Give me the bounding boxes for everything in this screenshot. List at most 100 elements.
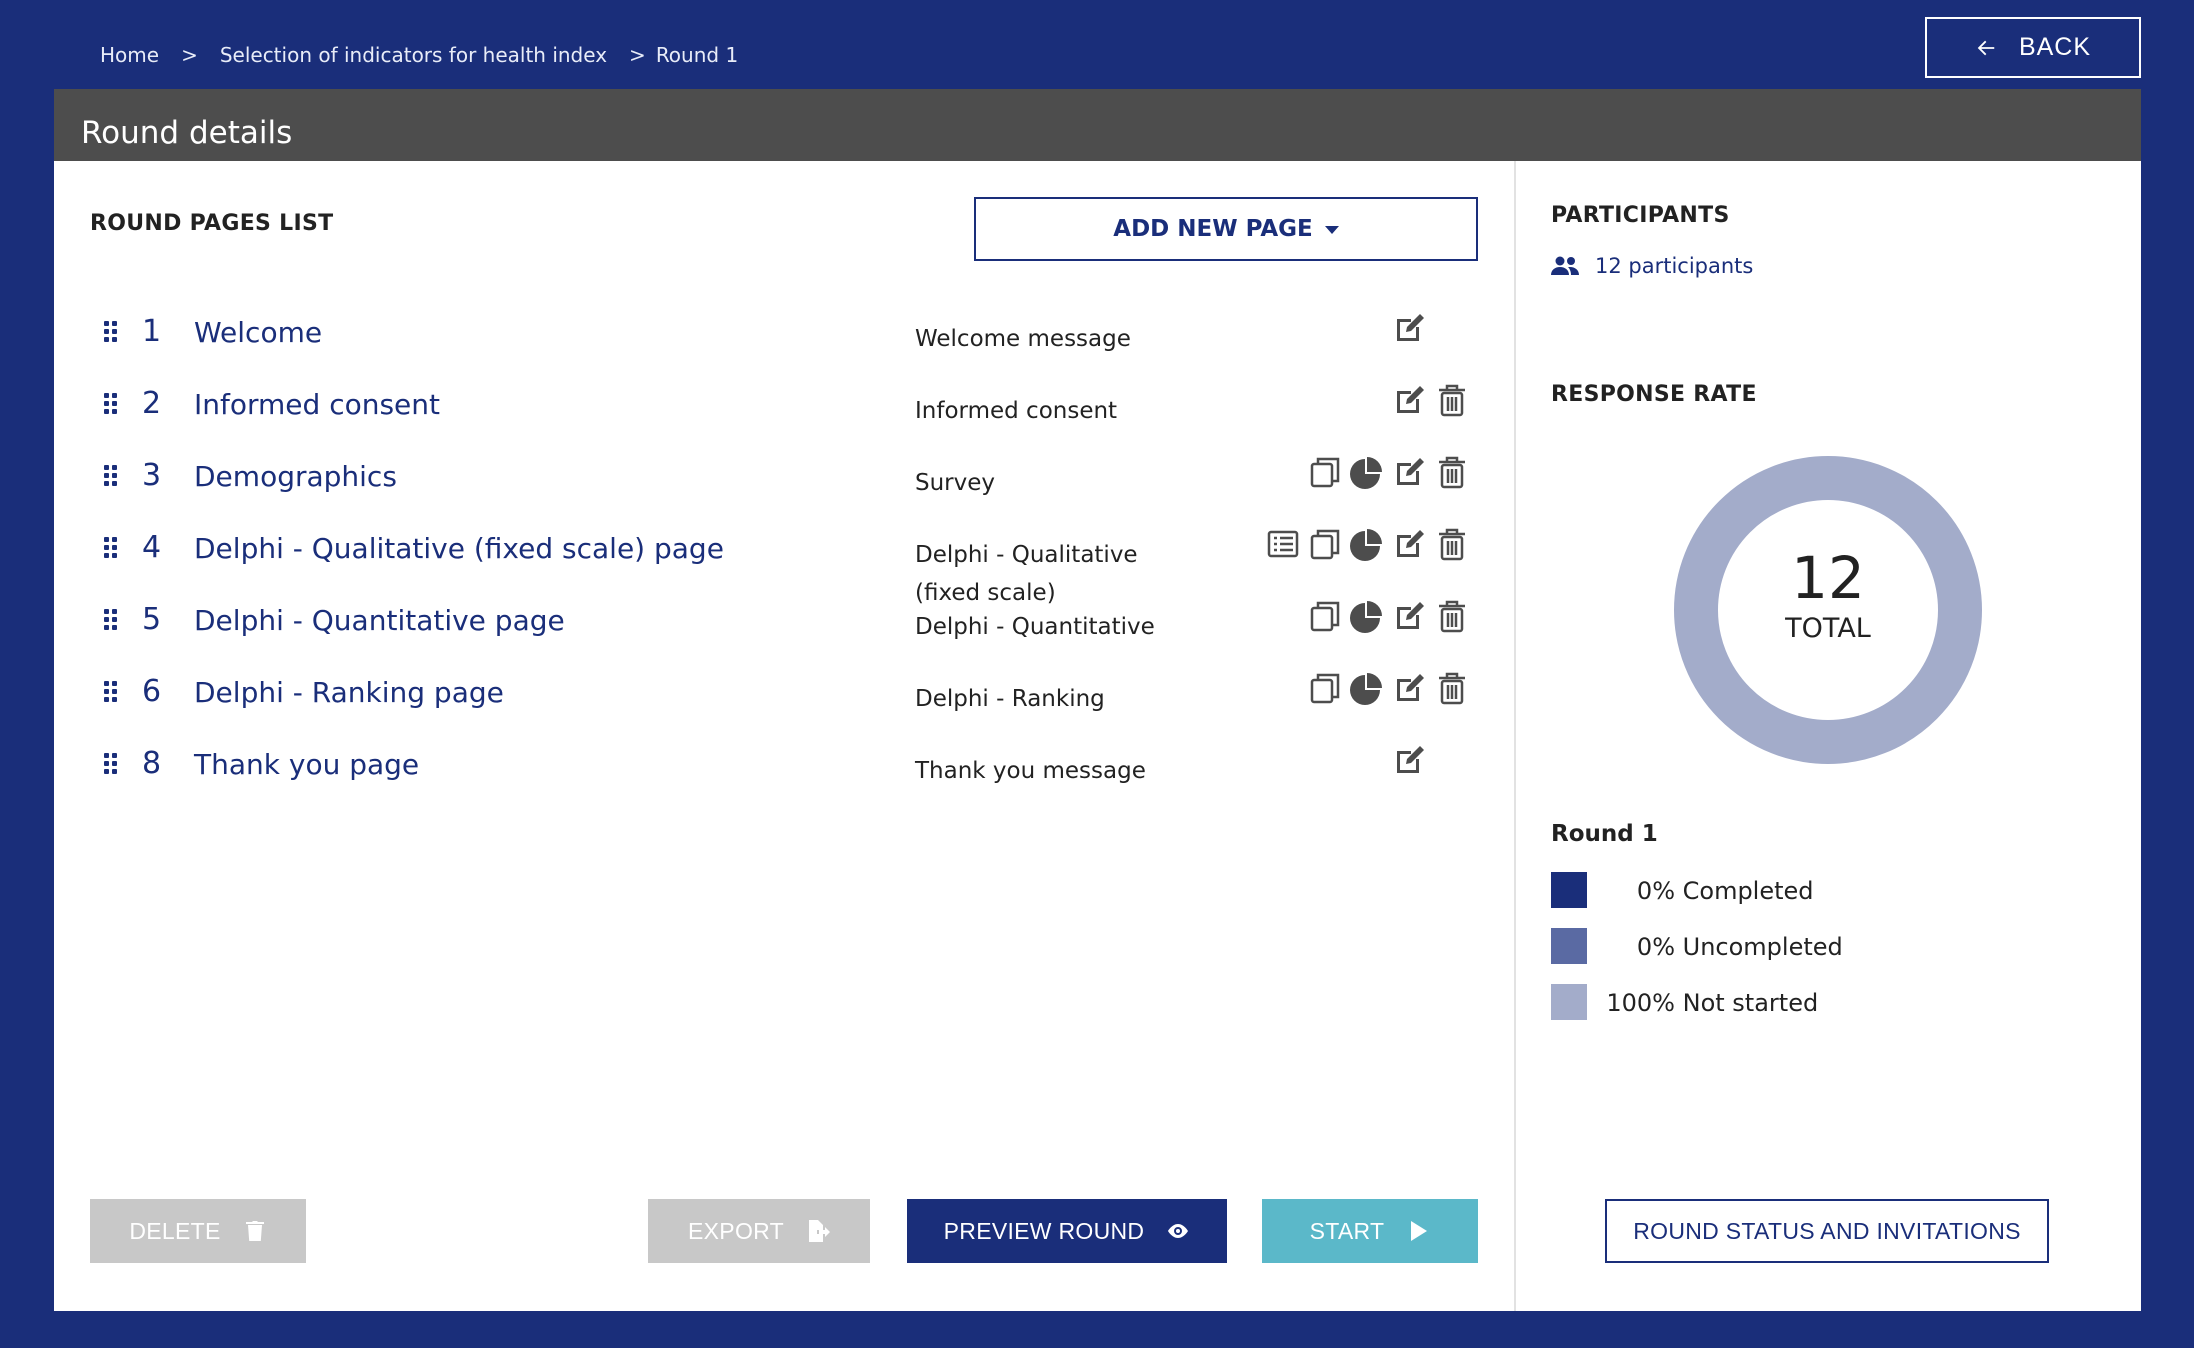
page-row: 2 Informed consent Informed consent bbox=[104, 381, 1484, 431]
breadcrumb-separator: > bbox=[629, 43, 646, 67]
legend-item: 100% Not started bbox=[1551, 984, 1911, 1020]
back-button[interactable]: BACK bbox=[1925, 17, 2141, 78]
page-actions bbox=[1224, 525, 1484, 571]
page-title-link[interactable]: Delphi - Qualitative (fixed scale) page bbox=[194, 532, 724, 565]
panel-header: Round details bbox=[54, 89, 2141, 161]
page-type: Informed consent bbox=[915, 398, 1118, 424]
start-round-button[interactable]: START bbox=[1262, 1199, 1478, 1263]
round-details-panel: ROUND PAGES LIST ADD NEW PAGE 1 Welcome We… bbox=[54, 161, 2141, 1311]
page-row: 4 Delphi - Qualitative (fixed scale) page… bbox=[104, 525, 1484, 606]
edit-icon[interactable] bbox=[1391, 381, 1429, 419]
page-row: 1 Welcome Welcome message bbox=[104, 309, 1484, 359]
page-type: Survey bbox=[915, 470, 996, 496]
breadcrumb: Home > Selection of indicators for healt… bbox=[100, 40, 738, 70]
copy-icon[interactable] bbox=[1306, 525, 1344, 563]
legend-swatch bbox=[1551, 928, 1587, 964]
export-file-icon bbox=[808, 1220, 830, 1242]
caret-down-icon bbox=[1324, 226, 1339, 234]
page-row: 6 Delphi - Ranking page Delphi - Ranking bbox=[104, 669, 1484, 719]
page-type: Thank you message bbox=[915, 758, 1146, 784]
page-actions bbox=[1224, 381, 1484, 427]
pie-chart-icon[interactable] bbox=[1348, 525, 1386, 563]
legend-label: 0% Completed bbox=[1636, 877, 1814, 905]
edit-icon[interactable] bbox=[1391, 453, 1429, 491]
legend-round-label: Round 1 bbox=[1551, 821, 1658, 847]
trash-icon[interactable] bbox=[1433, 669, 1471, 707]
edit-icon[interactable] bbox=[1391, 741, 1429, 779]
legend-label: 100% Not started bbox=[1606, 989, 1819, 1017]
divider bbox=[1514, 161, 1516, 1311]
page-actions bbox=[1224, 597, 1484, 643]
participants-count: 12 participants bbox=[1595, 254, 1754, 278]
delete-label: DELETE bbox=[129, 1217, 221, 1244]
edit-icon[interactable] bbox=[1391, 309, 1429, 347]
page-title-link[interactable]: Informed consent bbox=[194, 388, 440, 421]
drag-handle-icon[interactable] bbox=[104, 321, 120, 343]
participants-title: PARTICIPANTS bbox=[1551, 203, 1730, 228]
pie-chart-icon[interactable] bbox=[1348, 669, 1386, 707]
edit-icon[interactable] bbox=[1391, 525, 1429, 563]
page-actions bbox=[1224, 309, 1484, 355]
copy-icon[interactable] bbox=[1306, 669, 1344, 707]
round-status-invitations-button[interactable]: ROUND STATUS AND INVITATIONS bbox=[1605, 1199, 2049, 1263]
page-number: 1 bbox=[142, 314, 162, 349]
legend-item: 0% Completed bbox=[1551, 872, 1911, 908]
copy-icon[interactable] bbox=[1306, 453, 1344, 491]
page-title-link[interactable]: Welcome bbox=[194, 316, 322, 349]
delete-round-button[interactable]: DELETE bbox=[90, 1199, 306, 1263]
page-row: 5 Delphi - Quantitative page Delphi - Quan… bbox=[104, 597, 1484, 647]
donut-total-label: TOTAL bbox=[1785, 613, 1871, 644]
page-title-link[interactable]: Demographics bbox=[194, 460, 397, 493]
page-actions bbox=[1224, 741, 1484, 787]
drag-handle-icon[interactable] bbox=[104, 393, 120, 415]
eye-icon bbox=[1168, 1224, 1189, 1238]
page-actions bbox=[1224, 669, 1484, 715]
response-rate-title: RESPONSE RATE bbox=[1551, 382, 1757, 407]
add-new-page-label: ADD NEW PAGE bbox=[1113, 216, 1313, 242]
export-button[interactable]: EXPORT bbox=[648, 1199, 870, 1263]
page-number: 3 bbox=[142, 458, 162, 493]
page-row: 3 Demographics Survey bbox=[104, 453, 1484, 503]
breadcrumb-project[interactable]: Selection of indicators for health index bbox=[220, 43, 607, 67]
page-type: Welcome message bbox=[915, 326, 1131, 352]
users-icon bbox=[1551, 256, 1579, 275]
preview-round-button[interactable]: PREVIEW ROUND bbox=[907, 1199, 1227, 1263]
drag-handle-icon[interactable] bbox=[104, 681, 120, 703]
page-number: 5 bbox=[142, 602, 162, 637]
trash-icon[interactable] bbox=[1433, 597, 1471, 635]
page-actions bbox=[1224, 453, 1484, 499]
copy-icon[interactable] bbox=[1306, 597, 1344, 635]
page-row: 8 Thank you page Thank you message bbox=[104, 741, 1484, 791]
donut-total-value: 12 bbox=[1791, 544, 1865, 612]
drag-handle-icon[interactable] bbox=[104, 465, 120, 487]
trash-icon bbox=[245, 1221, 264, 1241]
list-icon[interactable] bbox=[1264, 525, 1302, 563]
panel-title: Round details bbox=[81, 115, 293, 151]
pie-chart-icon[interactable] bbox=[1348, 453, 1386, 491]
trash-icon[interactable] bbox=[1433, 525, 1471, 563]
drag-handle-icon[interactable] bbox=[104, 609, 120, 631]
page-title-link[interactable]: Delphi - Quantitative page bbox=[194, 604, 565, 637]
page-number: 4 bbox=[142, 530, 162, 565]
trash-icon[interactable] bbox=[1433, 381, 1471, 419]
drag-handle-icon[interactable] bbox=[104, 537, 120, 559]
add-new-page-button[interactable]: ADD NEW PAGE bbox=[974, 197, 1478, 261]
participants-link[interactable]: 12 participants bbox=[1551, 254, 1753, 278]
play-icon bbox=[1411, 1221, 1428, 1241]
breadcrumb-home[interactable]: Home bbox=[100, 43, 159, 67]
preview-label: PREVIEW ROUND bbox=[943, 1217, 1145, 1244]
pie-chart-icon[interactable] bbox=[1348, 597, 1386, 635]
round-status-label: ROUND STATUS AND INVITATIONS bbox=[1633, 1217, 2021, 1244]
edit-icon[interactable] bbox=[1391, 669, 1429, 707]
back-label: BACK bbox=[2018, 33, 2092, 61]
page-title-link[interactable]: Delphi - Ranking page bbox=[194, 676, 504, 709]
edit-icon[interactable] bbox=[1391, 597, 1429, 635]
legend-label: 0% Uncompleted bbox=[1636, 933, 1843, 961]
page-title-link[interactable]: Thank you page bbox=[194, 748, 419, 781]
page-type: Delphi - Ranking bbox=[915, 686, 1105, 712]
start-label: START bbox=[1309, 1217, 1385, 1244]
drag-handle-icon[interactable] bbox=[104, 753, 120, 775]
page-number: 6 bbox=[142, 674, 162, 709]
breadcrumb-separator: > bbox=[181, 43, 198, 67]
trash-icon[interactable] bbox=[1433, 453, 1471, 491]
